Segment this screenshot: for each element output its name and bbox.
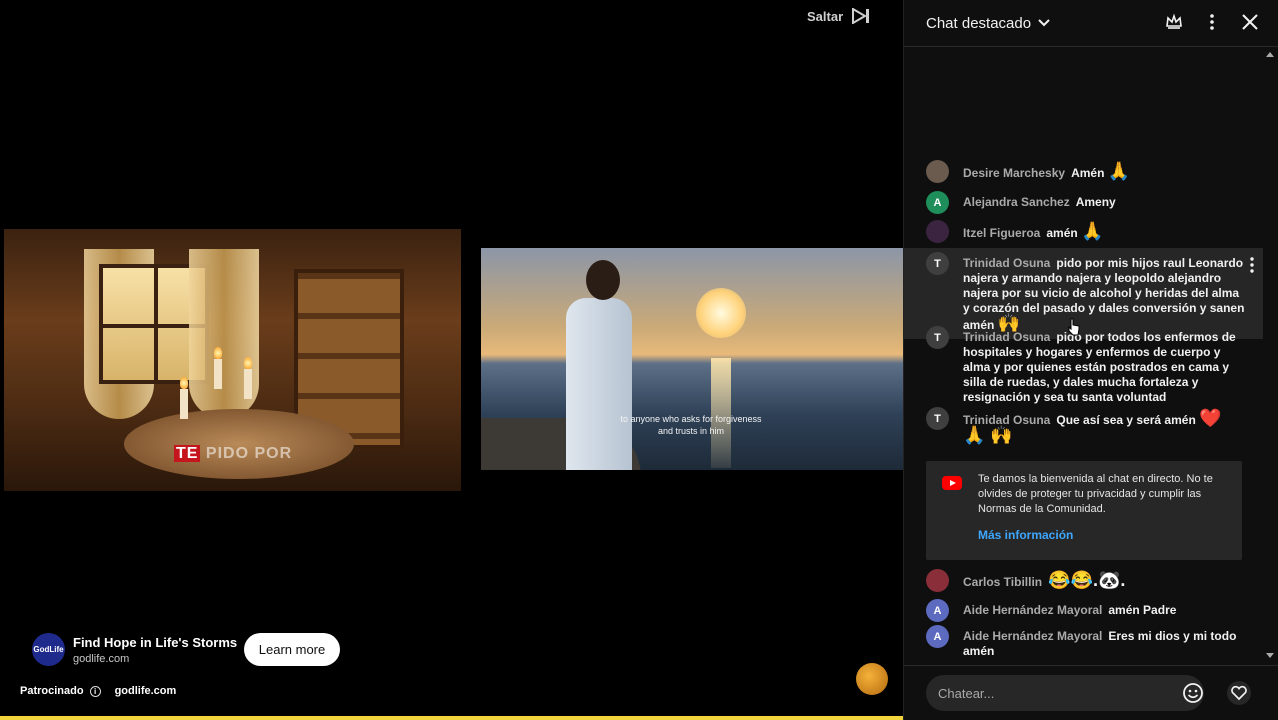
ad-subtitle: to anyone who asks for forgiveness and t…: [620, 414, 762, 436]
round-table: [124, 409, 354, 479]
chat-input[interactable]: Chatear...: [926, 675, 1204, 711]
chevron-down-icon: [1038, 19, 1050, 27]
emoji-icon[interactable]: [1182, 682, 1204, 704]
info-icon[interactable]: i: [89, 685, 101, 697]
message-text: amén: [1046, 226, 1078, 240]
author-name[interactable]: Desire Marchesky: [963, 166, 1065, 180]
praying-man: [561, 260, 641, 470]
welcome-text: Te damos la bienvenida al chat en direct…: [978, 473, 1213, 515]
avatar[interactable]: T: [926, 252, 949, 275]
chat-message: A Alejandra Sanchez Ameny: [926, 191, 1266, 214]
sponsor-card[interactable]: GodLife Find Hope in Life's Storms godli…: [32, 633, 237, 666]
heart-icon[interactable]: [1226, 680, 1252, 706]
chat-message: Desire Marchesky Amén 🙏: [926, 160, 1266, 183]
youtube-icon: [942, 476, 962, 490]
skip-ad-button[interactable]: Saltar: [807, 8, 871, 24]
candle-flame: [244, 357, 252, 369]
sponsored-row: Patrocinado i godlife.com: [20, 685, 176, 697]
chat-message-list[interactable]: Desire Marchesky Amén 🙏 A Alejandra Sanch…: [904, 47, 1278, 665]
avatar[interactable]: A: [926, 191, 949, 214]
sun: [696, 288, 746, 338]
avatar[interactable]: T: [926, 326, 949, 349]
pray-emoji: 🙏 🙌: [963, 425, 1013, 445]
chat-message: A Aide Hernández Mayoral amén Padre: [926, 599, 1266, 622]
mouse-cursor-icon: [1068, 318, 1080, 336]
ad-image-praying-man: to anyone who asks for forgiveness and t…: [481, 248, 903, 470]
scroll-down-arrow[interactable]: [1266, 653, 1274, 658]
chat-composer: Chatear...: [904, 665, 1278, 720]
more-info-link[interactable]: Más información: [978, 528, 1226, 542]
ad-image-study-room: TE PIDO POR: [4, 229, 461, 491]
avatar[interactable]: [926, 220, 949, 243]
pray-emoji: 🙏: [1081, 221, 1104, 241]
author-name[interactable]: Trinidad Osuna: [963, 330, 1050, 344]
sponsor-title: Find Hope in Life's Storms: [73, 634, 238, 650]
sponsored-label: Patrocinado: [20, 685, 84, 697]
message-text: Amén: [1071, 166, 1105, 180]
laughing-emoji: 😂😂.🐼.: [1048, 570, 1126, 590]
chat-welcome-notice: Te damos la bienvenida al chat en direct…: [926, 461, 1242, 560]
author-name[interactable]: Aide Hernández Mayoral: [963, 603, 1102, 617]
sponsored-domain-link[interactable]: godlife.com: [115, 685, 177, 697]
sponsor-logo: GodLife: [32, 633, 65, 666]
avatar[interactable]: T: [926, 407, 949, 430]
crown-icon[interactable]: [1164, 12, 1184, 32]
chat-message: T Trinidad Osuna Que así sea y será amén …: [926, 407, 1266, 445]
author-name[interactable]: Itzel Figueroa: [963, 226, 1040, 240]
message-text: Ameny: [1075, 195, 1116, 209]
ad-caption: TE PIDO POR: [174, 445, 293, 462]
video-player[interactable]: Saltar TE PIDO POR to anyone who asks fo…: [0, 0, 903, 720]
heart-emoji: ❤️: [1199, 408, 1222, 428]
message-text: Que así sea y será amén: [1056, 413, 1196, 427]
ad-progress-bar: [0, 716, 903, 720]
candle-flame: [214, 347, 222, 359]
chat-header: Chat destacado: [904, 0, 1278, 47]
avatar[interactable]: [926, 160, 949, 183]
more-vert-icon[interactable]: [1249, 256, 1255, 274]
candle: [180, 389, 188, 419]
chat-title: Chat destacado: [926, 14, 1032, 32]
close-icon[interactable]: [1240, 12, 1260, 32]
author-name[interactable]: Carlos Tibillin: [963, 575, 1042, 589]
sponsor-domain: godlife.com: [73, 652, 130, 665]
message-text: amén Padre: [1108, 603, 1177, 617]
chat-message-hovered: T Trinidad Osuna pido por mis hijos raul …: [904, 248, 1263, 339]
skip-icon: [852, 8, 870, 24]
live-chat-panel: Chat destacado Desire Marchesky Amén 🙏 A …: [903, 0, 1278, 720]
chat-message: Itzel Figueroa amén 🙏: [926, 220, 1266, 243]
pray-emoji: 🙏: [1107, 161, 1131, 181]
candle: [214, 359, 222, 389]
candle: [244, 369, 252, 399]
candle-flame: [180, 377, 188, 389]
avatar[interactable]: A: [926, 599, 949, 622]
chat-message: Carlos Tibillin 😂😂.🐼.: [926, 569, 1266, 592]
chat-message: T Trinidad Osuna pido por todos los enfer…: [926, 326, 1266, 405]
channel-avatar-button[interactable]: [856, 663, 888, 695]
avatar[interactable]: [926, 569, 949, 592]
author-name[interactable]: Aide Hernández Mayoral: [963, 629, 1102, 643]
skip-label: Saltar: [807, 8, 844, 24]
more-vert-icon[interactable]: [1202, 12, 1222, 32]
author-name[interactable]: Alejandra Sanchez: [963, 195, 1070, 209]
learn-more-button[interactable]: Learn more: [244, 633, 340, 666]
chat-message: A Aide Hernández Mayoral Eres mi dios y m…: [926, 625, 1266, 659]
avatar[interactable]: A: [926, 625, 949, 648]
chat-mode-dropdown[interactable]: Chat destacado: [926, 15, 1051, 32]
author-name[interactable]: Trinidad Osuna: [963, 256, 1050, 270]
